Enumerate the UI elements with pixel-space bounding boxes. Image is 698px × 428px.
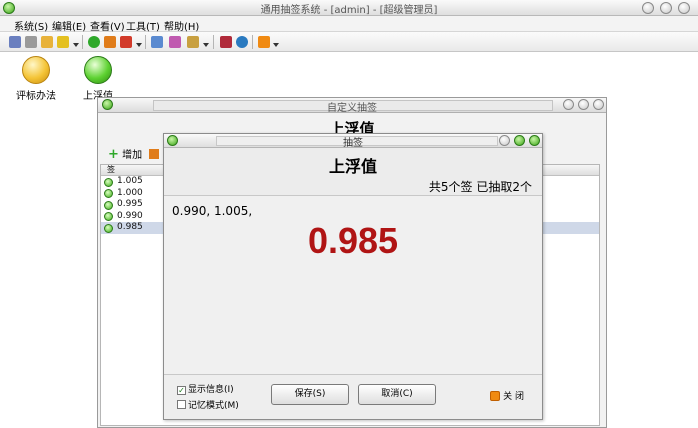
edit-icon[interactable]	[149, 149, 160, 159]
show-info-checkbox[interactable]: ✓ 显示信息(I)	[177, 382, 234, 395]
draw-dialog-title: 抽签	[343, 138, 363, 149]
memory-mode-checkbox[interactable]: 记忆模式(M)	[177, 398, 239, 411]
tools-icon[interactable]	[151, 36, 163, 48]
add-button-label: 增加	[122, 150, 143, 161]
maximize-button[interactable]	[514, 135, 525, 146]
window-title: 通用抽签系统 - [admin] - [超级管理员]	[260, 5, 438, 16]
toolbar-separator	[213, 35, 214, 49]
checkbox-checked-icon: ✓	[177, 386, 186, 395]
draw-dialog-title-bar: 抽签	[164, 134, 542, 149]
exit-icon	[490, 391, 501, 401]
cancel-button[interactable]: 取消(C)	[358, 384, 436, 405]
menu-edit[interactable]: 编辑(E)	[52, 18, 86, 33]
current-drawn-value: 0.985	[307, 220, 399, 261]
drawn-values: 0.990, 1.005,	[172, 204, 253, 218]
draw-dialog-heading: 上浮值	[328, 157, 377, 176]
menu-view[interactable]: 查看(V)	[90, 18, 125, 33]
view-icon[interactable]	[169, 36, 181, 48]
close-button[interactable]	[678, 2, 690, 14]
menu-help[interactable]: 帮助(H)	[164, 18, 199, 33]
green-ball-icon	[84, 56, 112, 84]
green-dot-icon	[104, 177, 113, 187]
green-dot-icon	[104, 223, 113, 233]
show-info-label: 显示信息(I)	[188, 385, 234, 395]
memory-mode-label: 记忆模式(M)	[188, 401, 239, 411]
green-dot-icon	[104, 212, 113, 221]
main-title-bar: 通用抽签系统 - [admin] - [超级管理员]	[0, 0, 698, 16]
document-icon[interactable]	[41, 36, 53, 48]
minimize-button[interactable]	[563, 99, 574, 110]
desktop-icon-label: 评标办法	[16, 91, 56, 102]
menu-system[interactable]: 系统(S)	[14, 18, 48, 33]
draw-dialog: 抽签 上浮值 共5个签 已抽取2个 0.990, 1.005, 0.985 ✓ 显…	[163, 133, 543, 420]
checkbox-empty-icon	[177, 400, 186, 409]
edit-icon[interactable]	[104, 36, 116, 48]
minimize-button[interactable]	[499, 135, 510, 146]
custom-draw-title-bar: 自定义抽签	[98, 98, 606, 114]
plus-icon: +	[108, 147, 119, 162]
database-icon[interactable]	[57, 36, 69, 48]
dropdown-arrow-icon[interactable]	[136, 43, 142, 47]
book-icon[interactable]	[220, 36, 232, 48]
toolbar-separator	[252, 35, 253, 49]
delete-icon[interactable]	[120, 36, 132, 48]
yellow-ball-icon	[22, 56, 50, 84]
add-button[interactable]: + 增加	[108, 146, 160, 162]
close-button[interactable]	[593, 99, 604, 110]
dropdown-arrow-icon[interactable]	[73, 43, 79, 47]
green-dot-icon	[104, 200, 113, 210]
list-item-value: 1.000	[117, 187, 143, 198]
green-dot-icon	[104, 189, 113, 198]
toolbar-separator	[145, 35, 146, 49]
desktop-icon-evaluation[interactable]: 评标办法	[6, 56, 66, 102]
key-icon[interactable]	[25, 36, 37, 48]
add-icon[interactable]	[88, 36, 100, 48]
list-item-value: 0.990	[117, 210, 143, 221]
users-icon[interactable]	[9, 36, 21, 48]
menu-tools[interactable]: 工具(T)	[126, 18, 160, 33]
menu-bar: 系统(S) 编辑(E) 查看(V) 工具(T) 帮助(H)	[0, 16, 698, 33]
draw-dialog-header: 上浮值 共5个签 已抽取2个	[164, 148, 542, 196]
globe-icon[interactable]	[236, 36, 248, 48]
list-item-value: 1.005	[117, 176, 143, 186]
dropdown-arrow-icon[interactable]	[203, 43, 209, 47]
list-item-value: 0.995	[117, 199, 143, 209]
list-item-value: 0.985	[117, 222, 143, 232]
exit-icon[interactable]	[258, 36, 270, 48]
toolbar	[0, 32, 698, 52]
settings-icon[interactable]	[187, 36, 199, 48]
close-dialog-button[interactable]: 关 闭	[490, 389, 524, 402]
draw-status: 共5个签 已抽取2个	[428, 180, 532, 194]
close-button[interactable]	[529, 135, 540, 146]
toolbar-separator	[82, 35, 83, 49]
minimize-button[interactable]	[642, 2, 654, 14]
custom-draw-title: 自定义抽签	[327, 103, 377, 114]
desktop-icon-float-value[interactable]: 上浮值	[68, 56, 128, 102]
dropdown-arrow-icon[interactable]	[273, 43, 279, 47]
maximize-button[interactable]	[578, 99, 589, 110]
draw-dialog-footer: ✓ 显示信息(I) 记忆模式(M) 保存(S) 取消(C) 关 闭	[164, 374, 542, 419]
save-button[interactable]: 保存(S)	[271, 384, 349, 405]
close-dialog-label: 关 闭	[503, 392, 524, 402]
maximize-button[interactable]	[660, 2, 672, 14]
